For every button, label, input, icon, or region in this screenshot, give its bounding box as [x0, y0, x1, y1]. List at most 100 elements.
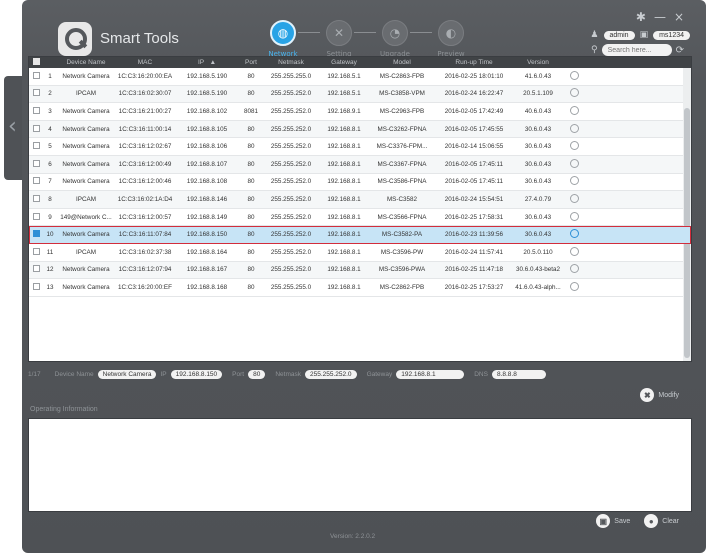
modify-button[interactable]: ✖ Modify — [640, 388, 679, 402]
modify-icon: ✖ — [640, 388, 655, 402]
netmask-label: Netmask — [275, 370, 301, 378]
app-version: Version: 2.2.0.2 — [330, 533, 376, 540]
table-body: 1 Network Camera 1C:C3:16:20:00:EA 192.168.… — [29, 68, 691, 297]
table-row[interactable]: 6 Network Camera 1C:C3:16:12:00:49 192.168.… — [29, 155, 691, 174]
ip-cell: 192.168.5.190 — [186, 90, 228, 98]
mac-cell: 1C:C3:16:11:00:14 — [118, 125, 172, 133]
table-row[interactable]: 5 Network Camera 1C:C3:16:12:02:67 192.168.… — [29, 138, 691, 156]
minimize-icon[interactable]: — — [654, 10, 666, 24]
row-checkbox[interactable] — [29, 212, 43, 222]
header-model[interactable]: Model — [369, 59, 435, 66]
mac-cell: 1C:C3:16:21:00:27 — [118, 107, 172, 115]
close-icon[interactable]: × — [674, 10, 684, 24]
step-setting[interactable]: ✕ Setting — [314, 20, 364, 58]
table-row[interactable]: 10 Network Camera 1C:C3:16:11:07:84 192.168… — [29, 226, 691, 244]
row-browser-icon[interactable] — [563, 211, 585, 223]
gateway-cell: 192.168.8.1 — [327, 125, 361, 133]
gateway-input[interactable]: 192.168.8.1 — [396, 369, 465, 379]
netmask-cell: 255.255.252.0 — [270, 160, 312, 168]
row-checkbox[interactable] — [29, 89, 43, 98]
row-number: 4 — [48, 125, 52, 133]
table-row[interactable]: 12 Network Camera 1C:C3:16:12:07:94 192.168… — [29, 261, 691, 280]
row-browser-icon[interactable] — [563, 281, 585, 293]
model-cell: MS-C3596-PW — [380, 248, 424, 256]
row-browser-icon[interactable] — [563, 264, 585, 275]
clear-icon: ● — [644, 514, 659, 528]
table-row[interactable]: 4 Network Camera 1C:C3:16:11:00:14 192.168.… — [29, 120, 691, 139]
table-row[interactable]: 2 IPCAM 1C:C3:16:02:30:07 192.168.5.190 80 25… — [29, 85, 691, 104]
mac-cell: 1C:C3:16:12:00:46 — [118, 178, 172, 186]
table-row[interactable]: 3 Network Camera 1C:C3:16:21:00:27 192.168.… — [29, 103, 691, 121]
row-checkbox[interactable] — [29, 194, 43, 204]
row-browser-icon[interactable] — [563, 176, 585, 187]
version-cell: 41.6.0.43 — [524, 72, 552, 80]
mac-cell: 1C:C3:16:12:00:57 — [118, 213, 172, 221]
clear-button[interactable]: ● Clear — [644, 514, 679, 528]
header-device-name[interactable]: Device Name — [57, 59, 115, 66]
row-browser-icon[interactable] — [563, 229, 585, 240]
table-row[interactable]: 7 Network Camera 1C:C3:16:12:00:46 192.168.… — [29, 174, 691, 192]
row-browser-icon[interactable] — [563, 70, 585, 82]
save-icon: ▣ — [596, 514, 611, 528]
row-browser-icon[interactable] — [563, 88, 585, 99]
row-checkbox[interactable] — [29, 265, 43, 274]
row-browser-icon[interactable] — [563, 246, 585, 258]
step-preview[interactable]: ◐ Preview — [426, 20, 476, 58]
port-cell: 80 — [247, 283, 255, 291]
runup-time-cell: 2016-02-05 17:45:55 — [444, 125, 504, 133]
smart-tools-logo — [58, 22, 92, 56]
row-checkbox[interactable] — [29, 106, 43, 116]
netmask-input[interactable]: 255.255.252.0 — [304, 369, 357, 379]
table-row[interactable]: 13 Network Camera 1C:C3:16:20:00:EF 192.168… — [29, 279, 691, 297]
row-checkbox[interactable] — [29, 159, 43, 169]
row-checkbox[interactable] — [29, 177, 43, 186]
row-checkbox[interactable] — [29, 124, 43, 134]
row-checkbox[interactable] — [29, 142, 43, 151]
select-all-checkbox[interactable] — [29, 58, 43, 67]
row-checkbox[interactable] — [29, 247, 43, 257]
row-browser-icon[interactable] — [563, 141, 585, 152]
row-checkbox[interactable] — [29, 282, 43, 292]
runup-time-cell: 2016-02-24 15:54:51 — [444, 195, 504, 203]
step-upgrade[interactable]: ◔ Upgrade — [370, 20, 420, 58]
row-number: 9 — [48, 213, 52, 221]
header-gateway[interactable]: Gateway — [319, 59, 369, 66]
table-row[interactable]: 1 Network Camera 1C:C3:16:20:00:EA 192.168.… — [29, 68, 691, 86]
port-cell: 80 — [247, 231, 255, 239]
table-scrollbar[interactable] — [683, 68, 691, 361]
header-port[interactable]: Port — [239, 59, 263, 66]
device-count: 1/17 — [28, 370, 41, 378]
save-button[interactable]: ▣ Save — [596, 514, 630, 528]
row-browser-icon[interactable] — [563, 105, 585, 117]
refresh-icon[interactable]: ⟳ — [676, 45, 684, 56]
header-runup-time[interactable]: Run-up Time — [435, 59, 513, 66]
search-input[interactable] — [601, 44, 672, 56]
table-row[interactable]: 8 IPCAM 1C:C3:16:02:1A:D4 192.168.8.146 80 25… — [29, 191, 691, 209]
device-name-input[interactable]: Network Camera — [97, 369, 157, 379]
row-browser-icon[interactable] — [563, 123, 585, 135]
port-input[interactable]: 80 — [248, 369, 266, 379]
password-field[interactable]: ms1234 — [653, 30, 690, 40]
ip-input[interactable]: 192.168.8.150 — [170, 369, 223, 379]
netmask-cell: 255.255.252.0 — [270, 143, 312, 151]
header-ip[interactable]: IP ▲ — [175, 59, 239, 66]
step-network[interactable]: ◍ Network — [258, 20, 308, 58]
device-name-cell: Network Camera — [62, 283, 110, 291]
runup-time-cell: 2016-02-14 15:06:55 — [444, 143, 504, 151]
header-mac[interactable]: MAC — [115, 59, 175, 66]
header-version[interactable]: Version — [513, 59, 563, 66]
dns-input[interactable]: 8.8.8.8 — [491, 369, 546, 379]
username-field[interactable]: admin — [603, 30, 635, 40]
runup-time-cell: 2016-02-23 11:39:56 — [444, 231, 503, 239]
row-checkbox[interactable] — [29, 230, 43, 239]
netmask-cell: 255.255.255.0 — [270, 72, 312, 80]
gateway-cell: 192.168.8.1 — [327, 160, 361, 168]
header-netmask[interactable]: Netmask — [263, 59, 319, 66]
table-row[interactable]: 11 IPCAM 1C:C3:16:02:37:38 192.168.8.164 80 2… — [29, 244, 691, 262]
settings-icon[interactable]: ✱ — [636, 10, 646, 24]
row-checkbox[interactable] — [29, 71, 43, 81]
row-browser-icon[interactable] — [563, 193, 585, 205]
table-row[interactable]: 9 149@Network C... 1C:C3:16:12:00:57 192.16… — [29, 209, 691, 227]
row-browser-icon[interactable] — [563, 158, 585, 170]
row-number: 13 — [46, 283, 54, 291]
